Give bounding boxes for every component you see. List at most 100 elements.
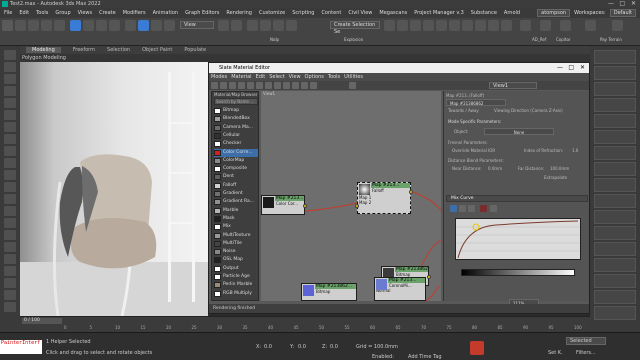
add-time-tag-button[interactable]: Add Time Tag [408, 354, 442, 360]
panel-button[interactable] [594, 194, 636, 208]
tool-icon[interactable] [4, 146, 16, 156]
material-editor-icon[interactable] [462, 20, 473, 31]
browser-map-item[interactable]: Noise [214, 248, 258, 256]
tool-icon[interactable] [4, 290, 16, 300]
tool-icon[interactable] [4, 278, 16, 288]
menu-rendering[interactable]: Rendering [226, 10, 252, 16]
named-selection-set-input[interactable]: Create Selection Se [330, 21, 380, 35]
tool-icon[interactable] [4, 110, 16, 120]
plugin-icon[interactable] [612, 20, 623, 31]
toolbar-label-copitor[interactable]: Copitor [556, 37, 571, 42]
plugin-icon[interactable] [540, 20, 551, 31]
render-production-icon[interactable] [501, 20, 512, 31]
browser-map-item[interactable]: Gradient Ra... [214, 198, 258, 206]
toolbar-label-explosion[interactable]: Explosion [344, 37, 363, 42]
menu-group[interactable]: Group [55, 10, 70, 16]
link-icon[interactable] [28, 20, 39, 31]
panel-button[interactable] [594, 290, 636, 304]
reset-curve-icon[interactable] [490, 205, 497, 212]
snaps-toggle-icon[interactable] [247, 20, 258, 31]
browser-map-item[interactable]: Checker [214, 140, 258, 148]
toolbar-label-pay-terrain[interactable]: Pay Terrain [600, 37, 622, 42]
percent-snap-icon[interactable] [273, 20, 284, 31]
ior-value[interactable]: 1.6 [572, 148, 578, 153]
tool-icon[interactable] [4, 254, 16, 264]
menu-views[interactable]: Views [78, 10, 92, 16]
plugin-icon[interactable] [585, 20, 596, 31]
plugin-icon[interactable] [520, 20, 531, 31]
timeline[interactable]: 0 5 10 15 20 25 30 35 40 45 50 55 60 65 70 75 80 85 90 95 10… [20, 316, 590, 332]
key-filter-dropdown[interactable]: Selected [566, 337, 606, 345]
menu-tools[interactable]: Tools [36, 10, 48, 16]
x-coordinate-field[interactable]: 0.0 [264, 344, 272, 350]
browser-map-item[interactable]: Color Corre... [214, 148, 258, 157]
menu-file[interactable]: File [4, 10, 12, 16]
rotate-icon[interactable] [138, 20, 149, 31]
tool-icon[interactable] [4, 194, 16, 204]
tool-icon[interactable] [4, 122, 16, 132]
color-correction-node[interactable]: Map #213... Color Cor... [261, 195, 307, 215]
tool-icon[interactable] [4, 86, 16, 96]
browser-map-item[interactable]: MultiTile [214, 240, 258, 248]
rendered-frame-icon[interactable] [488, 20, 499, 31]
align-icon[interactable] [397, 20, 408, 31]
browser-map-item[interactable]: Camera Ma... [214, 124, 258, 132]
panel-button[interactable] [594, 66, 636, 80]
tool-icon[interactable] [4, 62, 16, 72]
coronamix-node[interactable]: Map #213... CoronaMi... Normal [374, 277, 426, 301]
browser-map-item[interactable]: Mix [214, 223, 258, 231]
select-tool-icon[interactable] [211, 82, 218, 89]
tool-icon[interactable] [4, 206, 16, 216]
show-background-icon[interactable] [274, 82, 281, 89]
maxscript-listener[interactable]: PainterInterf [0, 340, 42, 354]
select-by-material-icon[interactable] [310, 82, 317, 89]
tool-icon[interactable] [4, 74, 16, 84]
panel-button[interactable] [594, 98, 636, 112]
tool-icon[interactable] [4, 50, 16, 60]
time-slider[interactable]: 0 / 100 [22, 318, 62, 324]
select-by-name-icon[interactable] [83, 20, 94, 31]
menu-arnold[interactable]: Arnold [504, 10, 520, 16]
menu-animation[interactable]: Animation [153, 10, 179, 16]
menu-create[interactable]: Create [99, 10, 116, 16]
browser-map-item[interactable]: Mask [214, 215, 258, 223]
panel-button[interactable] [594, 258, 636, 272]
menu-civil-view[interactable]: Civil View [348, 10, 372, 16]
object-pick-button[interactable]: None [484, 128, 554, 135]
scene-explorer-icon[interactable] [410, 20, 421, 31]
sme-minimize-button[interactable]: — [557, 63, 563, 73]
tool-icon[interactable] [4, 266, 16, 276]
bitmap-node[interactable]: Map #213862... Bitmap [301, 283, 357, 301]
polygon-modeling-bar[interactable]: Polygon Modeling [20, 54, 640, 62]
panel-button[interactable] [594, 50, 636, 64]
browser-map-item[interactable]: OSL Map [214, 256, 258, 264]
sme-menu-select[interactable]: Select [269, 74, 284, 80]
sme-menu-utilities[interactable]: Utilities [344, 74, 363, 80]
unlink-icon[interactable] [41, 20, 52, 31]
tool-icon[interactable] [4, 98, 16, 108]
tab-populate[interactable]: Populate [184, 47, 206, 53]
output-port[interactable] [409, 190, 413, 194]
angle-snap-icon[interactable] [260, 20, 271, 31]
menu-project-manager[interactable]: Project Manager v.3 [414, 10, 464, 16]
layout-all-icon[interactable] [283, 82, 290, 89]
render-setup-icon[interactable] [475, 20, 486, 31]
menu-edit[interactable]: Edit [19, 10, 29, 16]
falloff-direction-dropdown[interactable]: Viewing Direction (Camera Z-Axis) [494, 108, 563, 113]
move-icon[interactable] [125, 20, 136, 31]
panel-button[interactable] [594, 82, 636, 96]
pick-material-icon[interactable] [220, 82, 227, 89]
sme-title-bar[interactable]: Slate Material Editor — □ ✕ [209, 63, 589, 73]
spinner-snap-icon[interactable] [286, 20, 297, 31]
falloff-type-dropdown[interactable]: Towards / Away [448, 108, 479, 113]
minimize-button[interactable]: — [608, 0, 614, 8]
browser-map-item[interactable]: Composite [214, 165, 258, 173]
perspective-viewport[interactable] [20, 62, 208, 316]
maximize-button[interactable]: □ [619, 0, 625, 8]
browser-search-input[interactable]: Search by Name ... [214, 98, 258, 105]
tab-freeform[interactable]: Freeform [73, 47, 95, 53]
panel-button[interactable] [594, 114, 636, 128]
panel-button[interactable] [594, 130, 636, 144]
sme-maximize-button[interactable]: □ [568, 63, 574, 73]
browser-map-item[interactable]: MultiTexture [214, 232, 258, 240]
